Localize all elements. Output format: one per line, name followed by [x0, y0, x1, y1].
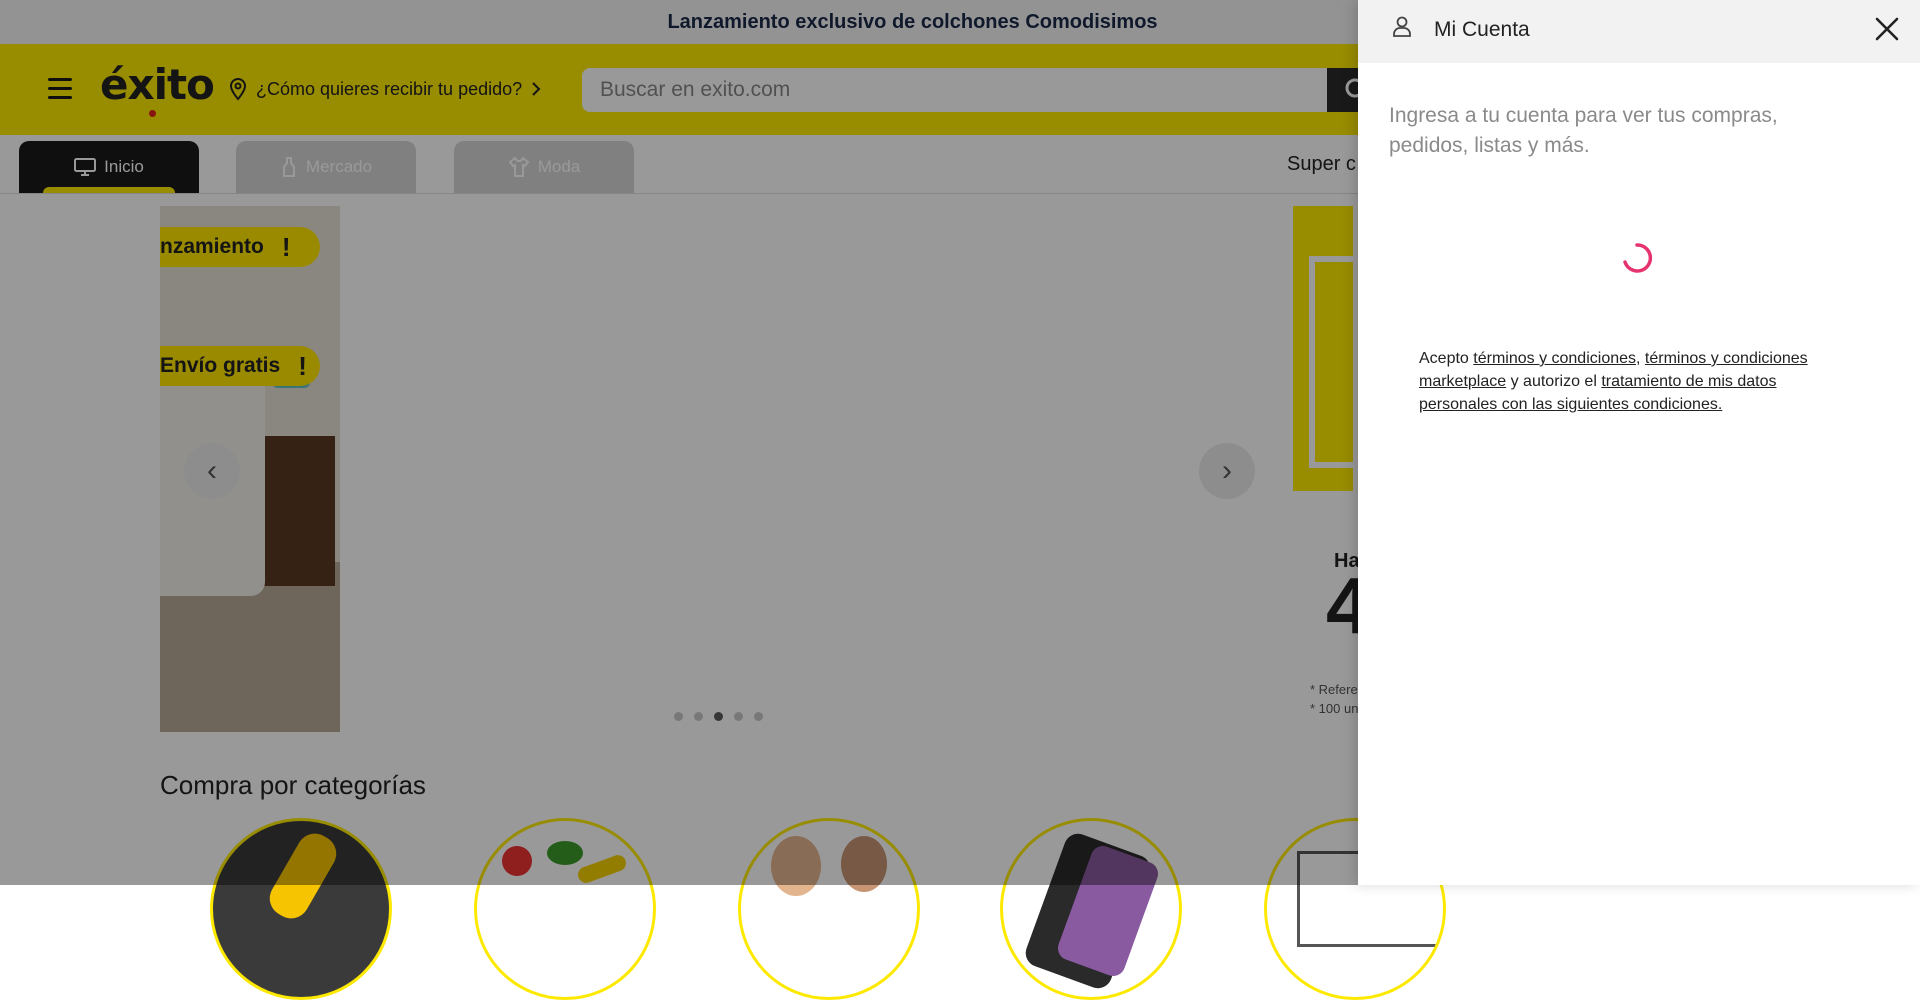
terms-text: Acepto términos y condiciones, términos …	[1419, 347, 1859, 416]
drawer-header: Mi Cuenta	[1358, 0, 1920, 63]
terms-prefix: Acepto	[1419, 350, 1474, 367]
close-icon[interactable]	[1872, 14, 1902, 44]
terms-separator: ,	[1636, 350, 1645, 367]
drawer-title: Mi Cuenta	[1434, 18, 1530, 41]
loading-spinner-icon	[1623, 243, 1653, 273]
account-drawer: Mi Cuenta Ingresa a tu cuenta para ver t…	[1358, 0, 1920, 885]
terms-link[interactable]: términos y condiciones	[1473, 350, 1636, 367]
drawer-intro-text: Ingresa a tu cuenta para ver tus compras…	[1389, 104, 1778, 157]
user-icon	[1393, 16, 1411, 37]
terms-middle: y autorizo el	[1506, 373, 1602, 390]
